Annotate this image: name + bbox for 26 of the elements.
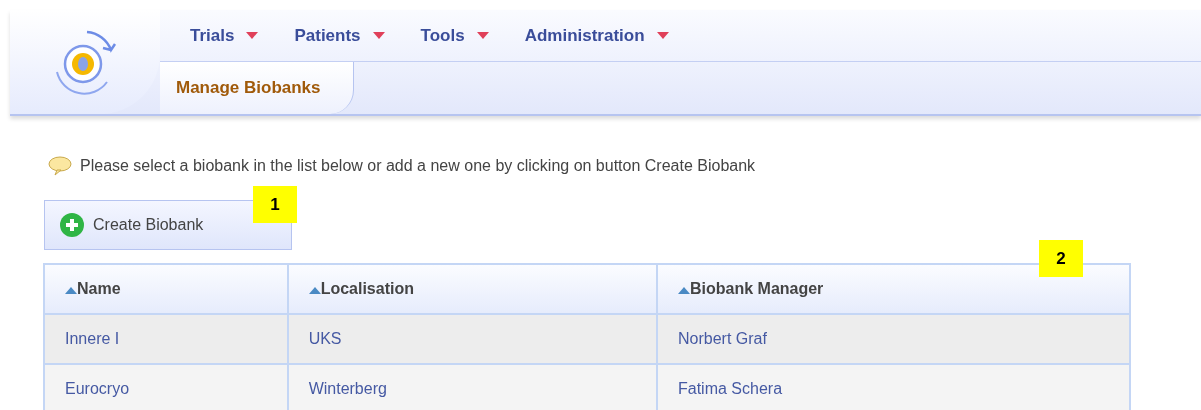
table-cell: Fatima Schera bbox=[657, 364, 1130, 410]
column-header[interactable]: Biobank Manager bbox=[657, 264, 1130, 314]
speech-bubble-icon bbox=[48, 156, 72, 176]
sort-arrow-icon bbox=[65, 285, 77, 294]
callout-number: 1 bbox=[253, 186, 297, 223]
menu-item[interactable]: Patients bbox=[294, 22, 385, 49]
caret-icon bbox=[372, 31, 385, 40]
menu-item[interactable]: Administration bbox=[524, 22, 669, 49]
column-header[interactable]: Name bbox=[44, 264, 288, 314]
sub-tab[interactable]: Manage Biobanks bbox=[160, 62, 354, 114]
plus-icon bbox=[59, 212, 85, 238]
callout-number: 2 bbox=[1039, 240, 1083, 277]
caret-icon bbox=[656, 31, 669, 40]
sort-arrow-icon bbox=[678, 285, 690, 294]
sort-arrow-icon bbox=[308, 285, 321, 294]
table-cell: Eurocryo bbox=[44, 364, 288, 410]
table-cell: Winterberg bbox=[287, 364, 657, 410]
menu-item[interactable]: Trials bbox=[190, 22, 259, 49]
menu-item[interactable]: Tools bbox=[420, 22, 489, 49]
instruction-text: Please select a biobank in the list below or add a new one by clicking on button Create Biobank bbox=[80, 156, 756, 176]
table-cell: Innere I bbox=[44, 314, 288, 364]
caret-icon bbox=[476, 31, 489, 40]
column-header[interactable]: Localisation bbox=[287, 264, 657, 314]
table-cell: Norbert Graf bbox=[657, 314, 1130, 364]
table-cell: UKS bbox=[287, 314, 657, 364]
caret-icon bbox=[246, 31, 259, 40]
